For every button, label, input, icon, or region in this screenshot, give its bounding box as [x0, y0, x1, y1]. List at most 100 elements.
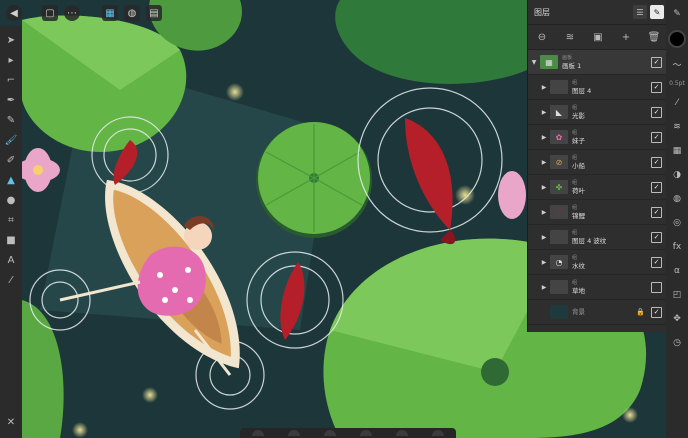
layers-panel: 图层 ☰ ✎ ⊖ ≋ ▣ + 🗑 ▼ ▦ 画板 画板 1 ✓ ▶ 组图层 4 ✓…: [527, 0, 668, 332]
styles-icon[interactable]: ◎: [669, 215, 685, 231]
context-button[interactable]: [360, 430, 372, 436]
adjustments-icon[interactable]: ◑: [669, 167, 685, 183]
color-swatch[interactable]: [668, 30, 686, 48]
expand-arrow-icon[interactable]: ▶: [538, 159, 550, 166]
expand-arrow-icon[interactable]: ▶: [538, 234, 550, 241]
symbols-icon[interactable]: ◰: [669, 287, 685, 303]
visibility-checkbox[interactable]: [651, 281, 662, 293]
visibility-checkbox[interactable]: ✓: [651, 256, 662, 268]
brush-size-label: 0.5pt: [669, 80, 685, 87]
layer-row[interactable]: ▶ ◔ 组水纹 ✓: [528, 250, 668, 275]
corner-tool-icon[interactable]: ⌐: [3, 72, 19, 88]
layer-row[interactable]: ▶ ✤ 组荷叶 ✓: [528, 175, 668, 200]
adjust-persona-icon[interactable]: ◍: [124, 5, 140, 21]
eyedropper-tool-icon[interactable]: ⁄: [3, 272, 19, 288]
left-toolbar: ➤ ▸ ⌐ ✒ ✎ 🖌 ✐ ▲ ● ⌗ ■ A ⁄ ✕: [0, 26, 22, 438]
shape-tool-icon[interactable]: ■: [3, 232, 19, 248]
layer-row[interactable]: ▶ 组草地: [528, 275, 668, 300]
brush-tool-icon[interactable]: 🖌: [3, 132, 19, 148]
close-icon[interactable]: ✕: [3, 414, 19, 430]
context-button[interactable]: [252, 430, 264, 436]
layer-row[interactable]: ▶ 组图层 4 ✓: [528, 75, 668, 100]
layer-thumbnail: [550, 280, 568, 294]
panel-list-icon[interactable]: ☰: [633, 5, 647, 19]
fx-icon[interactable]: fx: [669, 239, 685, 255]
node-tool-icon[interactable]: ▸: [3, 52, 19, 68]
layer-type: 组: [572, 280, 578, 286]
context-button[interactable]: [288, 430, 300, 436]
layer-row-artboard[interactable]: ▼ ▦ 画板 画板 1 ✓: [528, 50, 668, 75]
pencil-tool-icon[interactable]: ✎: [3, 112, 19, 128]
remove-layer-icon[interactable]: ⊖: [533, 28, 551, 46]
history-icon[interactable]: ◷: [669, 335, 685, 351]
add-layer-icon[interactable]: +: [617, 28, 635, 46]
expand-arrow-icon[interactable]: ▶: [538, 134, 550, 141]
layer-effects-icon[interactable]: ≋: [561, 28, 579, 46]
layer-row[interactable]: ▶ ✿ 组妹子 ✓: [528, 125, 668, 150]
expand-arrow-icon[interactable]: ▶: [538, 284, 550, 291]
context-toolbar: [240, 428, 456, 438]
effects-icon[interactable]: ◍: [669, 191, 685, 207]
document-icon[interactable]: ▢: [42, 5, 58, 21]
expand-arrow-icon[interactable]: ▶: [538, 84, 550, 91]
text-tool-icon[interactable]: A: [3, 252, 19, 268]
expand-arrow-icon[interactable]: ▶: [538, 184, 550, 191]
transparency-tool-icon[interactable]: ●: [3, 192, 19, 208]
lock-icon[interactable]: 🔒: [636, 308, 645, 316]
visibility-checkbox[interactable]: ✓: [651, 231, 662, 243]
more-icon[interactable]: ⋯: [64, 5, 80, 21]
layers-icon[interactable]: ≋: [669, 119, 685, 135]
layer-name: 草地: [572, 287, 585, 295]
transform-icon[interactable]: ✥: [669, 311, 685, 327]
layer-thumbnail: ✤: [550, 180, 568, 194]
text-styles-icon[interactable]: α: [669, 263, 685, 279]
pixel-persona-icon[interactable]: ▦: [102, 5, 118, 21]
visibility-checkbox[interactable]: ✓: [651, 156, 662, 168]
fill-tool-icon[interactable]: ▲: [3, 172, 19, 188]
layer-name: 背景: [572, 308, 585, 316]
brushes-icon[interactable]: ⁄: [669, 95, 685, 111]
layer-row[interactable]: ▶ ⟋ 组锦鲤 ✓: [528, 200, 668, 225]
visibility-checkbox[interactable]: ✓: [651, 206, 662, 218]
layer-type: 组: [572, 255, 578, 261]
visibility-checkbox[interactable]: ✓: [651, 131, 662, 143]
panel-pin-icon[interactable]: ✎: [650, 5, 664, 19]
paint-tool-icon[interactable]: ✐: [3, 152, 19, 168]
visibility-checkbox[interactable]: ✓: [651, 181, 662, 193]
layer-row[interactable]: ▶ ⊘ 组小船 ✓: [528, 150, 668, 175]
move-tool-icon[interactable]: ➤: [3, 32, 19, 48]
layer-row[interactable]: ▶ ◣ 组光影 ✓: [528, 100, 668, 125]
brush-stroke-icon[interactable]: 〜: [669, 56, 685, 72]
visibility-checkbox[interactable]: ✓: [651, 56, 662, 68]
crop-tool-icon[interactable]: ⌗: [3, 212, 19, 228]
layer-name: 图层 4 波纹: [572, 237, 607, 245]
back-icon[interactable]: ◀: [6, 5, 22, 21]
context-button[interactable]: [432, 430, 444, 436]
visibility-checkbox[interactable]: ✓: [651, 81, 662, 93]
edit-icon[interactable]: ✎: [669, 6, 685, 22]
context-button[interactable]: [324, 430, 336, 436]
visibility-checkbox[interactable]: ✓: [651, 306, 662, 318]
layer-row[interactable]: ▶ 组图层 4 波纹 ✓: [528, 225, 668, 250]
pen-tool-icon[interactable]: ✒: [3, 92, 19, 108]
delete-layer-icon[interactable]: 🗑: [645, 28, 663, 46]
visibility-checkbox[interactable]: ✓: [651, 106, 662, 118]
layer-type: 组: [572, 180, 578, 186]
layer-row-background[interactable]: 背景 🔒 ✓: [528, 300, 668, 325]
layer-thumbnail: ✿: [550, 130, 568, 144]
layer-name: 妹子: [572, 137, 585, 145]
swatches-icon[interactable]: ▦: [669, 143, 685, 159]
layer-type: 组: [572, 80, 578, 86]
layer-name: 画板 1: [562, 62, 582, 70]
layer-thumbnail: ⊘: [550, 155, 568, 169]
expand-arrow-icon[interactable]: ▶: [538, 209, 550, 216]
right-studio-strip: ✎ 〜 0.5pt ⁄ ≋ ▦ ◑ ◍ ◎ fx α ◰ ✥ ◷: [666, 0, 688, 438]
collapse-arrow-icon[interactable]: ▼: [528, 59, 540, 66]
layer-thumbnail: [550, 230, 568, 244]
export-persona-icon[interactable]: ▤: [146, 5, 162, 21]
mask-icon[interactable]: ▣: [589, 28, 607, 46]
expand-arrow-icon[interactable]: ▶: [538, 259, 550, 266]
layer-thumbnail: ⟋: [550, 205, 568, 219]
expand-arrow-icon[interactable]: ▶: [538, 109, 550, 116]
context-button[interactable]: [396, 430, 408, 436]
